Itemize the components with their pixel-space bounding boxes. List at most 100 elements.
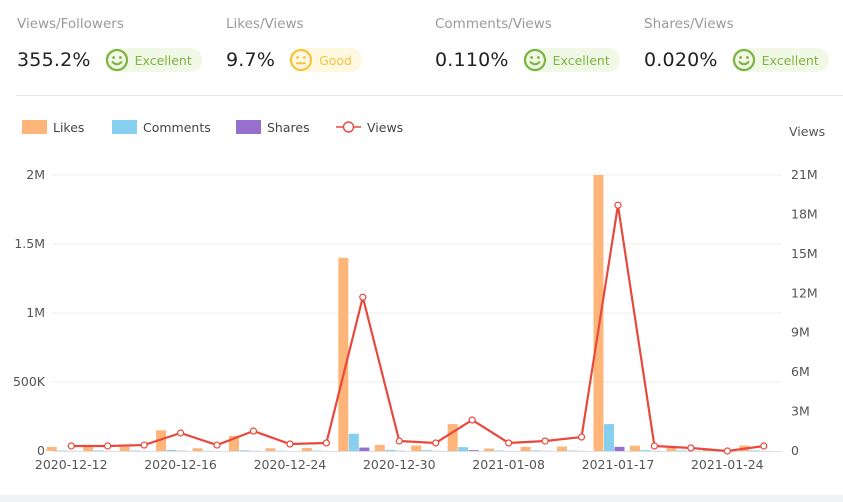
metric-comments-views: Comments/Views 0.110% Excellent (435, 14, 620, 72)
legend-label: Shares (267, 119, 310, 135)
views-line (71, 204, 764, 453)
metric-views-followers: Views/Followers 355.2% Excellent (17, 14, 202, 72)
rating-label: Excellent (134, 52, 192, 68)
bar-comments (348, 433, 359, 451)
views-point (213, 441, 221, 449)
metric-likes-views: Likes/Views 9.7% Good (226, 14, 362, 72)
legend-label: Likes (53, 119, 85, 135)
views-point (577, 433, 586, 441)
legend-item-shares[interactable]: Shares (236, 119, 310, 135)
metric-label: Shares/Views (644, 16, 734, 32)
bar-comments (93, 450, 104, 452)
bar-comments (531, 450, 542, 452)
rating-label: Good (319, 52, 352, 68)
rating-badge: Good (289, 48, 362, 72)
right-tick-label: 18M (791, 206, 818, 221)
legend-item-comments[interactable]: Comments (112, 119, 211, 135)
smile-face-icon (732, 48, 755, 72)
views-line-series (67, 201, 768, 455)
bar-likes (83, 446, 94, 451)
rating-label: Excellent (552, 52, 610, 68)
left-tick-label: 2M (26, 167, 45, 182)
x-axis-ticks: 2020-12-12 2020-12-16 2020-12-24 2020-12-30… (35, 457, 764, 472)
views-point (395, 437, 403, 445)
bar-likes (119, 446, 130, 451)
x-tick-label: 2020-12-24 (254, 457, 327, 472)
views-point (723, 447, 731, 455)
metric-value: 9.7% (226, 49, 276, 71)
bar-likes (192, 448, 203, 451)
bar-shares (614, 446, 625, 451)
views-line-marker-icon (336, 121, 361, 133)
bar-likes (265, 448, 276, 451)
smile-face-icon (105, 48, 128, 72)
bar-likes (411, 445, 422, 451)
x-tick-label: 2021-01-24 (691, 457, 764, 472)
right-tick-label: 9M (791, 325, 810, 340)
bar-shares (359, 447, 370, 451)
views-point (176, 429, 185, 437)
rating-badge: Excellent (731, 48, 829, 72)
views-point (67, 442, 75, 450)
left-axis-ticks: 0 500K 1M 1.5M 2M (13, 167, 46, 458)
bar-comments (458, 447, 469, 451)
rating-label: Excellent (761, 52, 819, 68)
metrics-summary: Views/Followers 355.2% Excellent Likes/V… (0, 0, 843, 96)
legend-item-likes[interactable]: Likes (22, 119, 84, 135)
legend-label: Comments (143, 119, 211, 135)
left-tick-label: 1M (26, 305, 45, 320)
views-point (249, 427, 258, 435)
right-tick-label: 3M (791, 404, 810, 419)
views-point (687, 444, 695, 452)
views-point (432, 439, 440, 447)
grid-lines (53, 174, 782, 383)
bar-comments (385, 449, 396, 451)
shares-swatch-icon (236, 120, 261, 134)
metric-shares-views: Shares/Views 0.020% Excellent (644, 14, 829, 72)
left-tick-label: 500K (13, 374, 46, 389)
comments-swatch-icon (112, 120, 137, 134)
left-tick-label: 0 (37, 443, 45, 458)
metric-value: 355.2% (17, 49, 91, 71)
right-axis-title: Views (789, 124, 826, 139)
metric-label: Views/Followers (17, 16, 124, 32)
right-tick-label: 21M (791, 167, 818, 182)
metric-value: 0.110% (435, 49, 509, 71)
x-tick-label: 2020-12-30 (363, 457, 436, 472)
x-tick-label: 2020-12-12 (35, 457, 108, 472)
bar-comments (676, 450, 687, 452)
left-tick-label: 1.5M (14, 236, 45, 251)
right-tick-label: 15M (791, 246, 818, 261)
bar-likes (301, 447, 312, 451)
views-point (760, 442, 768, 450)
views-point (614, 201, 622, 209)
bar-likes (447, 424, 458, 451)
views-point (104, 442, 112, 450)
bar-likes (46, 446, 57, 451)
bar-likes (666, 447, 677, 451)
bar-likes (484, 448, 495, 451)
views-point (322, 439, 330, 447)
engagement-chart: 0 500K 1M 1.5M 2M 0 3M 6M 9M 12M 15M 18M 21M 2020-1… (13, 167, 818, 472)
section-divider (16, 95, 843, 96)
bar-comments (603, 424, 614, 451)
x-tick-label: 2020-12-16 (144, 457, 217, 472)
views-point (468, 416, 476, 424)
views-point (286, 440, 294, 448)
views-point (541, 437, 549, 445)
neutral-face-icon (289, 48, 313, 72)
bar-shares (468, 450, 479, 451)
bar-likes (374, 444, 385, 451)
footer-band (0, 495, 843, 502)
bar-likes (338, 257, 349, 451)
views-point (650, 442, 659, 450)
bar-likes (629, 445, 640, 451)
rating-badge: Excellent (522, 48, 620, 72)
views-point (359, 293, 367, 301)
bar-comments (239, 450, 250, 451)
bar-likes (520, 446, 531, 451)
x-tick-label: 2021-01-08 (472, 457, 545, 472)
legend-label: Views (367, 119, 404, 135)
bar-comments (749, 450, 760, 452)
legend-item-views[interactable]: Views (336, 119, 403, 135)
